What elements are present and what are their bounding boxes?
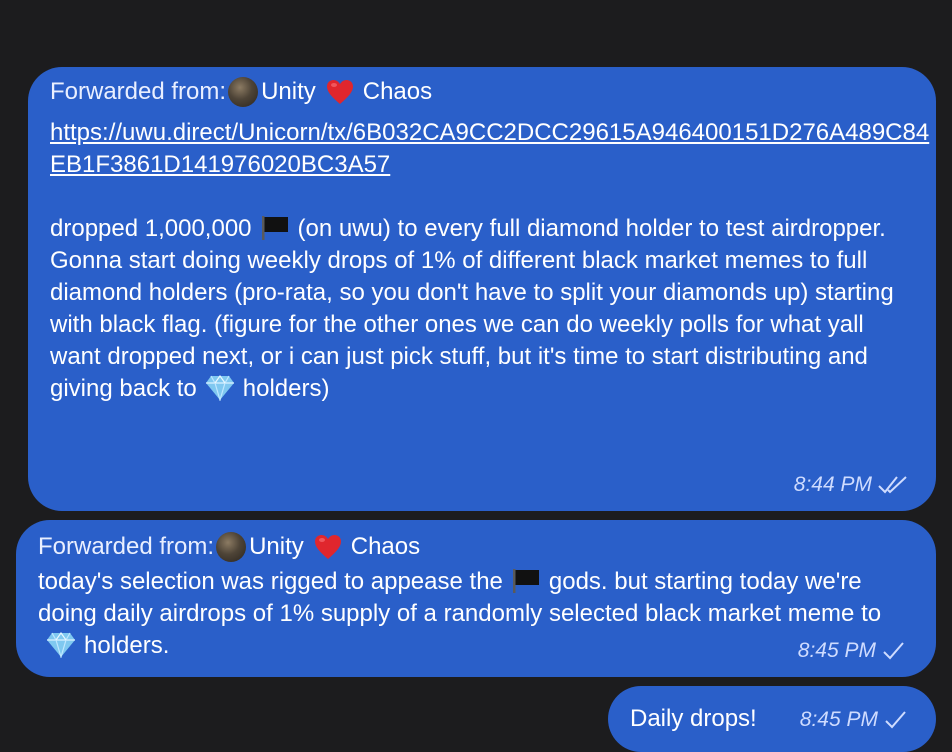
transaction-link[interactable]: https://uwu.direct/Unicorn/tx/6B032CA9CC… xyxy=(50,117,930,181)
gem-stone-icon xyxy=(47,632,75,658)
double-check-icon xyxy=(878,476,907,494)
red-heart-icon xyxy=(314,535,341,559)
text-segment: Gonna start doing weekly drops of 1% of … xyxy=(50,247,894,402)
single-check-icon xyxy=(883,642,904,660)
message-paragraph-2: Gonna start doing weekly drops of 1% of … xyxy=(50,245,916,405)
message-paragraph-1: dropped 1,000,000 (on uwu) to every full… xyxy=(50,213,916,245)
message-meta: 8:45 PM xyxy=(798,639,906,663)
message-meta: 8:45 PM xyxy=(800,708,908,732)
forwarded-header: Forwarded from: Unity Chaos xyxy=(38,532,916,562)
message-body: today's selection was rigged to appease … xyxy=(38,566,916,662)
red-heart-icon xyxy=(326,80,353,104)
channel-name-part2[interactable]: Chaos xyxy=(363,77,432,107)
message-text: Daily drops! xyxy=(630,705,757,732)
text-segment: holders) xyxy=(242,375,330,402)
message-time: 8:45 PM xyxy=(799,708,878,731)
single-check-icon xyxy=(885,711,906,729)
message-body: dropped 1,000,000 (on uwu) to every full… xyxy=(50,213,916,405)
channel-name-part2[interactable]: Chaos xyxy=(351,532,420,562)
forwarded-label: Forwarded from: xyxy=(50,78,227,105)
message-time: 8:44 PM xyxy=(793,473,872,496)
message-meta: 8:44 PM xyxy=(794,473,908,497)
gem-stone-icon xyxy=(205,375,234,401)
text-segment: dropped 1,000,000 xyxy=(50,215,252,242)
black-flag-icon xyxy=(512,569,539,593)
forwarded-header: Forwarded from: Unity Chaos xyxy=(50,77,916,107)
channel-avatar-icon[interactable] xyxy=(216,532,247,562)
message-bubble-outgoing[interactable]: Daily drops! 8:45 PM xyxy=(608,686,936,752)
text-segment: (on uwu) to every full diamond holder to… xyxy=(297,215,886,242)
forwarded-label: Forwarded from: xyxy=(38,533,215,560)
channel-avatar-icon[interactable] xyxy=(228,77,259,107)
text-segment: today's selection was rigged to appease … xyxy=(38,568,503,595)
text-segment: holders. xyxy=(84,632,170,659)
channel-name-part1[interactable]: Unity xyxy=(261,77,316,107)
message-time: 8:45 PM xyxy=(797,639,876,662)
black-flag-icon xyxy=(261,216,288,240)
message-bubble-forwarded-2[interactable]: Forwarded from: Unity Chaos today's sele… xyxy=(16,520,936,677)
chat-view: Forwarded from: Unity Chaos https://uwu.… xyxy=(0,0,952,752)
channel-name-part1[interactable]: Unity xyxy=(249,532,304,562)
message-bubble-forwarded-1[interactable]: Forwarded from: Unity Chaos https://uwu.… xyxy=(28,67,936,511)
